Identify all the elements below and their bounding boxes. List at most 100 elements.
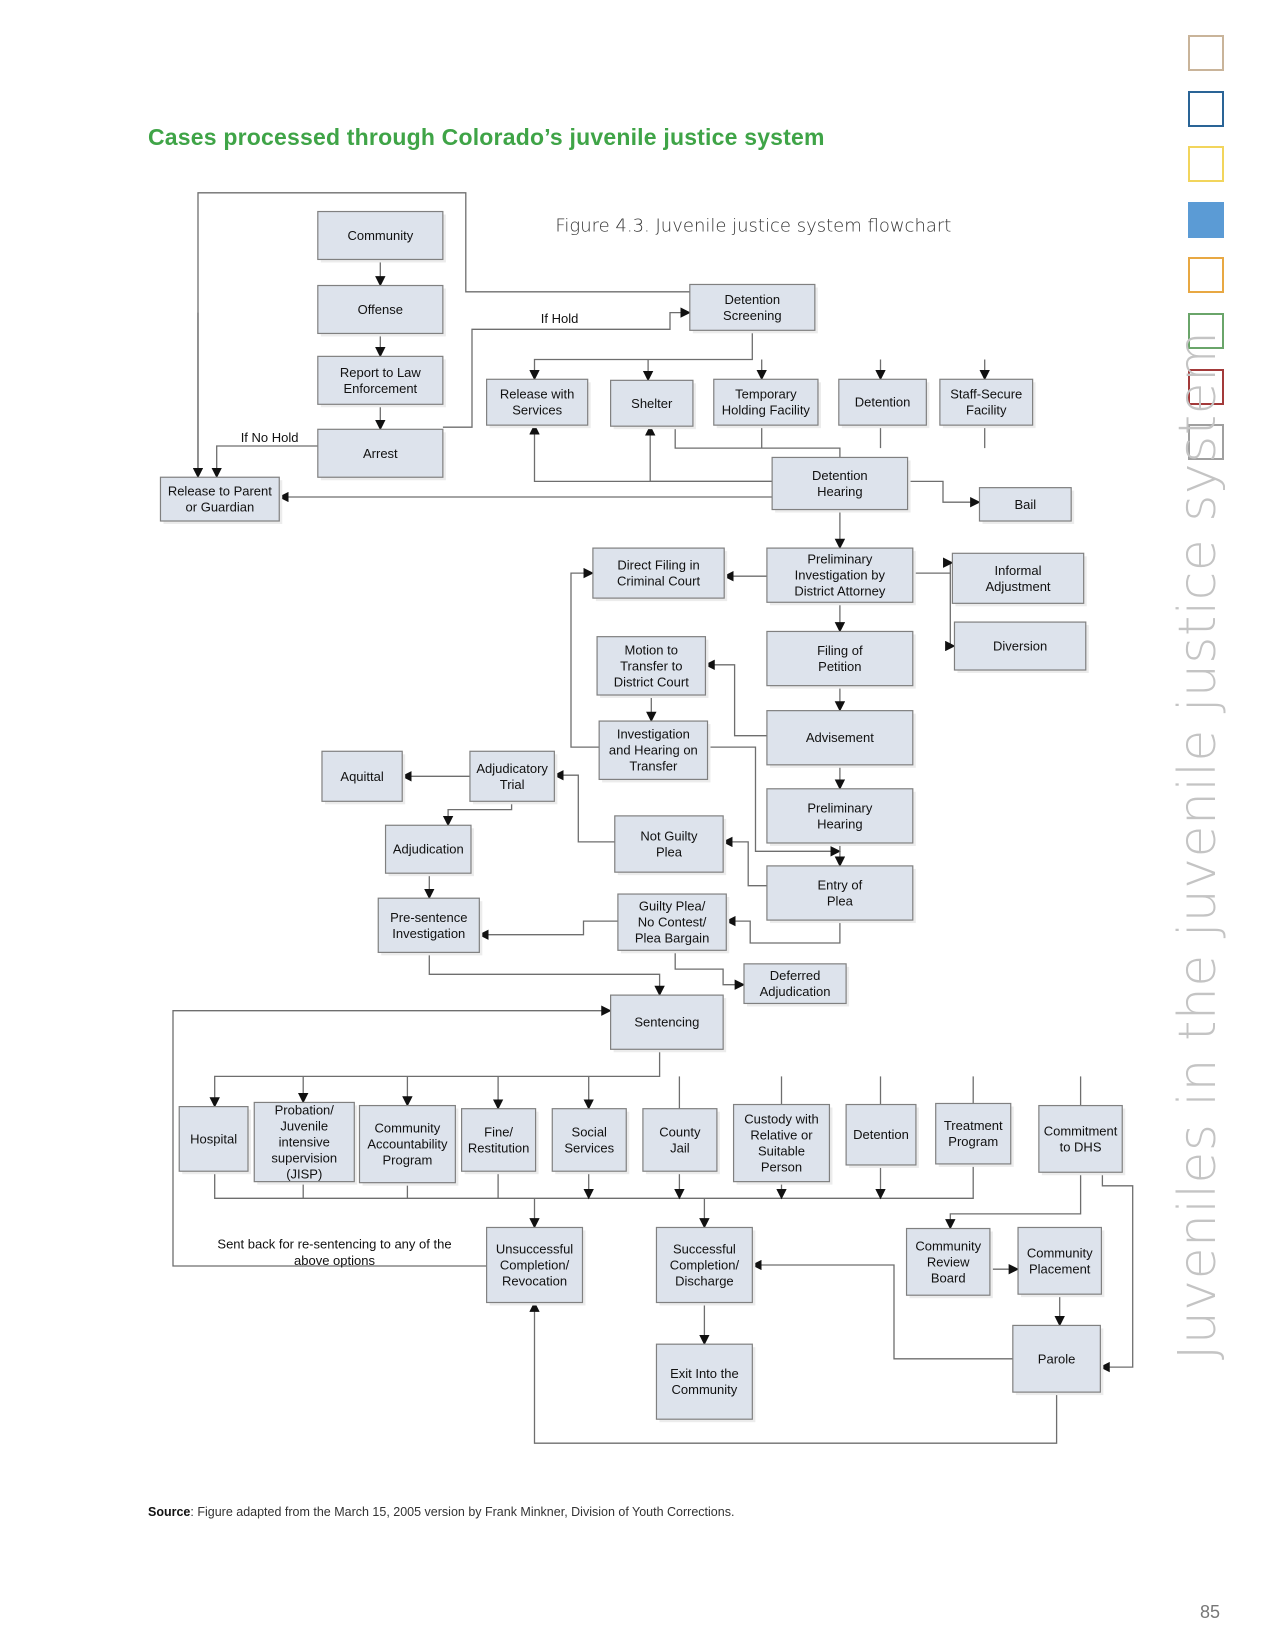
node-commitment: Commitmentto DHS — [1038, 1104, 1126, 1176]
node-custody: Custody withRelative orSuitablePerson — [732, 1103, 833, 1185]
node-label: Filing of — [817, 643, 863, 658]
node-det-hearing: DetentionHearing — [771, 456, 911, 513]
node-label: Community — [915, 1238, 981, 1253]
node-label: Plea — [656, 845, 683, 860]
node-unsuccessful: UnsuccessfulCompletion/Revocation — [486, 1226, 586, 1306]
node-label: District Court — [614, 674, 690, 689]
source-label: Source — [148, 1505, 191, 1519]
edge-connector — [570, 567, 600, 748]
node-label: Adjustment — [986, 579, 1051, 594]
node-label: Placement — [1029, 1261, 1091, 1276]
node-det-screening: DetentionScreening — [689, 283, 818, 334]
edge-connector — [725, 915, 841, 944]
node-label: Hearing — [817, 484, 863, 499]
edge-connector — [529, 1301, 1058, 1444]
node-label: Motion to — [625, 642, 678, 657]
node-label: Community — [1027, 1245, 1093, 1260]
node-label: Preliminary — [807, 800, 873, 815]
node-label: Community — [375, 1121, 441, 1136]
node-invest-hearing: Investigationand Hearing onTransfer — [598, 720, 711, 783]
source-text: : Figure adapted from the March 15, 2005… — [190, 1505, 735, 1519]
node-label: Program — [382, 1153, 432, 1168]
node-label: Community — [672, 1382, 738, 1397]
node-label: Relative or — [750, 1128, 813, 1143]
node-label: (JISP) — [286, 1167, 322, 1182]
resentence-label: above options — [294, 1253, 375, 1268]
node-label: Diversion — [993, 639, 1047, 654]
node-social: SocialServices — [551, 1108, 630, 1175]
node-label: Plea — [827, 893, 854, 908]
figure-caption: Figure 4.3. Juvenile justice system flow… — [555, 215, 951, 236]
node-label: Detention — [855, 395, 911, 410]
edge-connector — [209, 1049, 661, 1108]
node-label: Aquittal — [340, 769, 383, 784]
node-label: Exit Into the — [670, 1366, 739, 1381]
node-label: Release to Parent — [168, 484, 272, 499]
node-release-parent: Release to Parentor Guardian — [159, 476, 283, 524]
node-label: Community — [347, 228, 413, 243]
node-label: Petition — [818, 659, 861, 674]
node-exit: Exit Into theCommunity — [655, 1343, 756, 1423]
node-label: Revocation — [502, 1273, 567, 1288]
node-label: Services — [564, 1140, 614, 1155]
source-note: Source: Figure adapted from the March 15… — [148, 1505, 734, 1519]
node-label: to DHS — [1060, 1139, 1102, 1154]
edge-connector — [211, 445, 318, 479]
node-hospital: Hospital — [178, 1106, 251, 1175]
node-label: Discharge — [675, 1273, 734, 1288]
node-parole: Parole — [1012, 1324, 1104, 1396]
resentence-label: Sent back for re-sentencing to any of th… — [217, 1236, 451, 1251]
edge-connector — [674, 426, 841, 458]
node-prelim-invest: PreliminaryInvestigation byDistrict Atto… — [766, 547, 916, 606]
node-label: Deferred — [770, 968, 821, 983]
node-label: or Guardian — [186, 500, 255, 515]
node-label: Preliminary — [807, 552, 873, 567]
node-report: Report to LawEnforcement — [317, 355, 446, 408]
node-label: Detention — [853, 1127, 909, 1142]
node-label: Shelter — [631, 396, 673, 411]
node-label: Temporary — [735, 387, 797, 402]
node-informal-adj: InformalAdjustment — [951, 552, 1087, 607]
node-crb: CommunityReviewBoard — [905, 1227, 993, 1299]
node-detention2: Detention — [845, 1103, 919, 1168]
node-label: Hearing — [817, 816, 863, 831]
node-label: Board — [931, 1270, 966, 1285]
page-number: 85 — [1200, 1602, 1221, 1622]
node-detention1: Detention — [838, 378, 930, 429]
node-label: Completion/ — [670, 1257, 740, 1272]
node-label: Transfer — [629, 759, 678, 774]
node-prelim-hearing: PreliminaryHearing — [766, 788, 916, 846]
node-aquittal: Aquittal — [321, 750, 406, 805]
node-label: Staff-Secure — [950, 387, 1022, 402]
node-treatment: TreatmentProgram — [935, 1102, 1014, 1167]
if-no-hold-label: If No Hold — [241, 430, 299, 445]
node-bail: Bail — [978, 487, 1075, 524]
node-offense: Offense — [317, 284, 446, 337]
node-presentence: Pre-sentenceInvestigation — [377, 897, 483, 956]
node-label: District Attorney — [794, 584, 886, 599]
node-label: Program — [948, 1134, 998, 1149]
node-label: Commitment — [1044, 1123, 1118, 1138]
node-label: Jail — [670, 1140, 690, 1155]
node-diversion: Diversion — [953, 621, 1089, 674]
node-label: Direct Filing in — [617, 558, 699, 573]
node-label: Holding Facility — [722, 403, 811, 418]
edge-connector — [553, 770, 615, 843]
node-adjudication: Adjudication — [384, 824, 474, 877]
node-label: Informal — [995, 563, 1042, 578]
edge-connector — [1099, 1172, 1134, 1373]
node-label: Release with — [500, 387, 574, 402]
node-label: Criminal Court — [617, 574, 700, 589]
node-label: Plea Bargain — [635, 931, 709, 946]
node-label: Pre-sentence — [390, 910, 467, 925]
node-label: Investigation — [392, 926, 465, 941]
node-label: Investigation by — [795, 568, 886, 583]
node-release-services: Release withServices — [486, 378, 591, 429]
node-label: Detention — [724, 292, 780, 307]
edge-connector — [907, 480, 981, 508]
node-label: Accountability — [367, 1137, 448, 1152]
edge-connector — [442, 801, 513, 827]
node-label: Trial — [500, 777, 525, 792]
node-adj-trial: AdjudicatoryTrial — [469, 750, 558, 805]
flowchart: Figure 4.3. Juvenile justice system flow… — [159, 192, 1134, 1444]
